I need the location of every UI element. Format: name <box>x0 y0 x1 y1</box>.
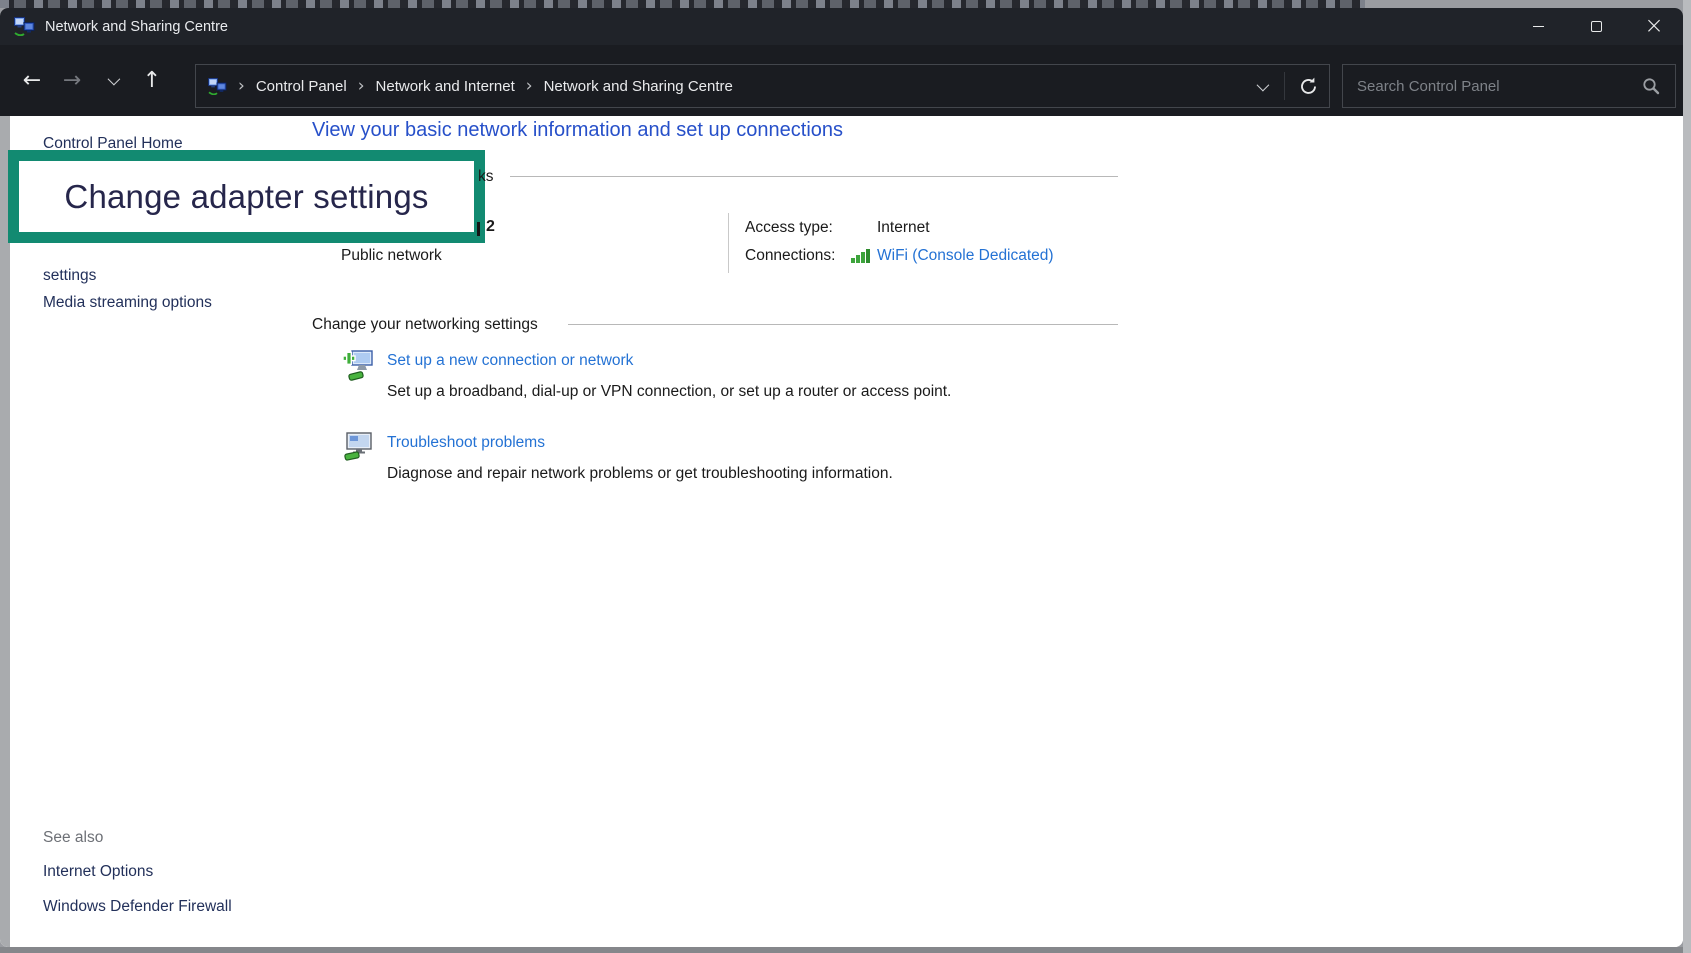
minimize-icon <box>1533 26 1544 27</box>
network-name-fragment-sliver <box>477 222 480 236</box>
up-button[interactable]: ↑ <box>132 61 172 101</box>
network-app-icon <box>14 17 35 36</box>
wifi-connection-link[interactable]: WiFi (Console Dedicated) <box>877 247 1054 265</box>
network-sharing-centre-window: Network and Sharing Centre × ← → ↑ <box>0 8 1683 947</box>
maximize-button[interactable] <box>1567 8 1625 45</box>
sidebar-item-sharing-settings-fragment[interactable]: settings <box>43 267 96 285</box>
breadcrumb-separator: › <box>358 76 365 96</box>
divider <box>728 213 729 273</box>
breadcrumb-network-sharing-centre[interactable]: Network and Sharing Centre <box>544 78 733 95</box>
search-input[interactable] <box>1357 78 1642 95</box>
breadcrumb-network-icon <box>208 78 227 95</box>
connections-label: Connections: <box>745 247 835 265</box>
network-type-label: Public network <box>341 247 442 265</box>
change-adapter-settings-highlight[interactable]: Change adapter settings <box>8 150 485 243</box>
troubleshoot-icon <box>343 430 375 463</box>
recent-pages-button[interactable] <box>92 61 132 101</box>
network-name-fragment: 2 <box>486 218 495 236</box>
page-title: View your basic network information and … <box>312 119 843 142</box>
window-title: Network and Sharing Centre <box>45 19 228 35</box>
sidebar-item-internet-options[interactable]: Internet Options <box>43 863 153 881</box>
change-adapter-settings-label[interactable]: Change adapter settings <box>64 178 428 216</box>
breadcrumb-network-and-internet[interactable]: Network and Internet <box>376 78 515 95</box>
breadcrumb-separator: › <box>526 76 533 96</box>
navigation-toolbar: ← → ↑ › Control Panel › Network and Inte… <box>0 45 1683 116</box>
forward-arrow-icon: → <box>63 70 81 92</box>
sidebar-item-media-streaming[interactable]: Media streaming options <box>43 294 212 312</box>
refresh-button[interactable] <box>1287 65 1329 107</box>
desktop-edge-bottom <box>0 947 1691 953</box>
active-networks-label-fragment: ks <box>478 168 494 186</box>
desktop-edge-right <box>1683 0 1691 953</box>
section-rule <box>568 324 1118 325</box>
breadcrumb-control-panel[interactable]: Control Panel <box>256 78 347 95</box>
address-dropdown-button[interactable] <box>1240 65 1282 107</box>
up-arrow-icon: ↑ <box>143 70 161 92</box>
address-bar-controls <box>1240 65 1329 107</box>
address-bar[interactable]: › Control Panel › Network and Internet ›… <box>195 64 1330 108</box>
sidebar-item-windows-defender-firewall[interactable]: Windows Defender Firewall <box>43 898 232 916</box>
minimize-button[interactable] <box>1509 8 1567 45</box>
chevron-down-icon <box>1256 78 1269 91</box>
window-controls: × <box>1509 8 1683 45</box>
search-icon[interactable] <box>1642 77 1661 96</box>
divider <box>1284 72 1285 100</box>
maximize-icon <box>1591 21 1602 32</box>
title-bar: Network and Sharing Centre × <box>0 8 1683 45</box>
screenshot-stage: Network and Sharing Centre × ← → ↑ <box>0 0 1691 953</box>
setup-new-connection-desc: Set up a broadband, dial-up or VPN conne… <box>387 383 951 401</box>
close-button[interactable]: × <box>1625 8 1683 45</box>
networking-settings-section-title: Change your networking settings <box>312 316 538 334</box>
access-type-label: Access type: <box>745 219 833 237</box>
new-connection-icon <box>340 346 376 383</box>
forward-button[interactable]: → <box>52 61 92 101</box>
content-area: Control Panel Home settings Media stream… <box>0 116 1683 947</box>
troubleshoot-problems-desc: Diagnose and repair network problems or … <box>387 465 893 483</box>
refresh-icon <box>1298 76 1319 97</box>
wifi-signal-icon <box>851 249 870 263</box>
troubleshoot-problems-link[interactable]: Troubleshoot problems <box>387 434 545 452</box>
access-type-value: Internet <box>877 219 930 237</box>
section-rule <box>510 176 1118 177</box>
see-also-label: See also <box>43 829 103 847</box>
close-icon: × <box>1644 15 1663 38</box>
search-box[interactable] <box>1342 64 1676 108</box>
clipped-background-text <box>0 0 1365 8</box>
back-arrow-icon: ← <box>23 70 41 92</box>
breadcrumb-separator: › <box>238 76 245 96</box>
chevron-down-icon <box>107 73 120 86</box>
back-button[interactable]: ← <box>12 61 52 101</box>
setup-new-connection-link[interactable]: Set up a new connection or network <box>387 352 633 370</box>
